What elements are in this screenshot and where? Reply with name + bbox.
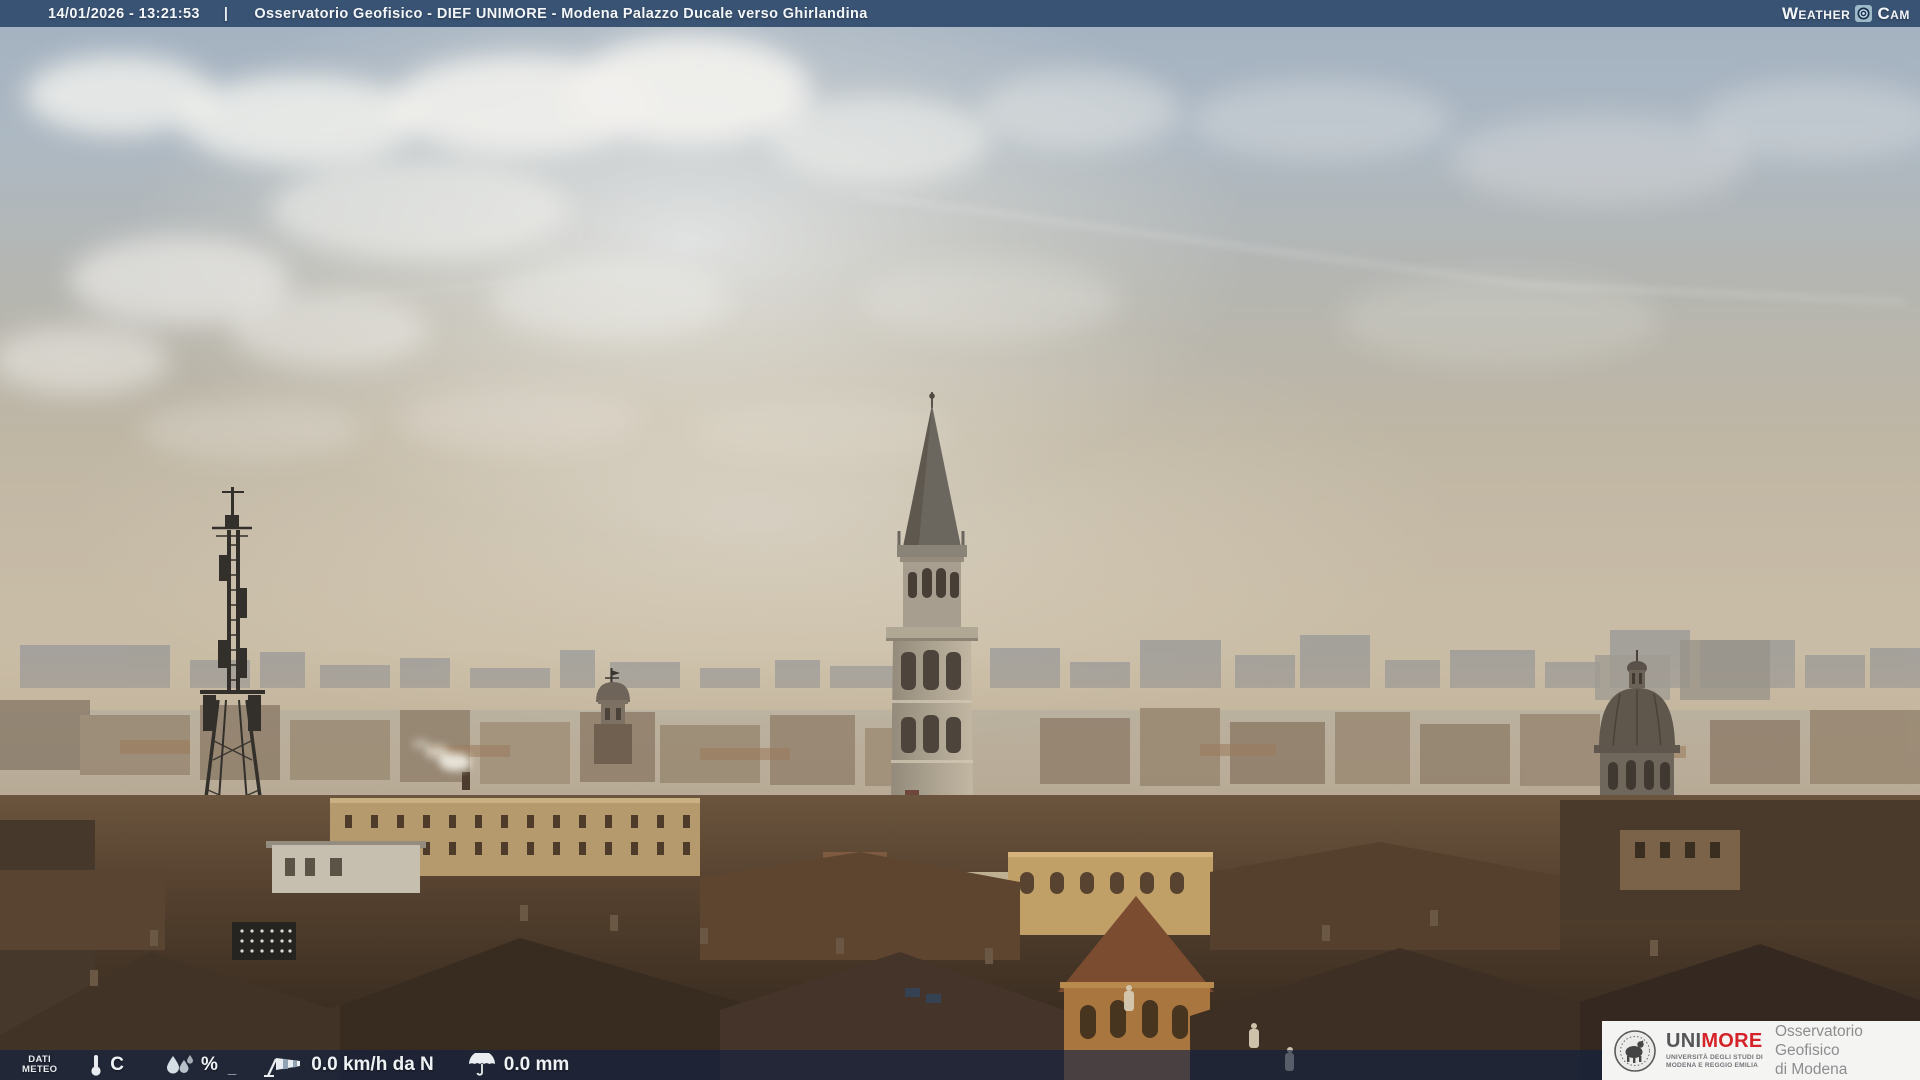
webcam-photo (0, 0, 1920, 1080)
dati-label-line2: METEO (22, 1064, 58, 1075)
cam-rest: AM (1890, 8, 1910, 22)
humidity-unit: % (201, 1054, 218, 1075)
weather-wordmark: W EATHER (1782, 5, 1851, 22)
temperature-unit: C (110, 1054, 125, 1075)
page-title: Osservatorio Geofisico - DIEF UNIMORE - … (254, 5, 868, 22)
cam-initial: C (1877, 4, 1891, 23)
windsock-icon (262, 1053, 302, 1077)
header-bar: 14/01/2026 - 13:21:53 | Osservatorio Geo… (0, 0, 1920, 27)
unimore-uni: UNI (1666, 1030, 1702, 1052)
weathercam-logo: W EATHER C AM (1782, 5, 1910, 22)
thermometer-icon (89, 1053, 103, 1077)
observatory-line2: di Modena (1774, 1061, 1848, 1078)
unimore-wordmark: UNIMORE UNIVERSITÀ DEGLI STUDI DI MODENA… (1666, 1031, 1763, 1070)
cam-wordmark: C AM (1877, 5, 1910, 22)
umbrella-icon (468, 1053, 496, 1077)
observatory-line1: Osservatorio Geofisico (1774, 1023, 1863, 1059)
unimore-subtitle-line2: MODENA E REGGIO EMILIA (1666, 1062, 1759, 1069)
unimore-seal-icon (1614, 1029, 1656, 1072)
webcam-frame: 14/01/2026 - 13:21:53 | Osservatorio Geo… (0, 0, 1920, 1080)
timestamp: 14/01/2026 - 13:21:53 (48, 5, 200, 22)
precipitation-reading: 0.0 mm (503, 1054, 570, 1075)
separator: | (223, 5, 229, 22)
unimore-more: MORE (1701, 1030, 1763, 1052)
weather-initial: W (1781, 4, 1799, 23)
dati-meteo-label: DATI METEO (22, 1055, 57, 1075)
camera-lens-icon (1855, 5, 1873, 22)
humidity-missing-value: _ (227, 1059, 237, 1077)
observatory-name: Osservatorio Geofisico di Modena (1775, 1022, 1920, 1079)
unimore-subtitle-line1: UNIVERSITÀ DEGLI STUDI DI (1666, 1054, 1763, 1061)
wind-reading: 0.0 km/h da N (311, 1054, 434, 1075)
weather-rest: EATHER (1798, 8, 1851, 22)
unimore-credit-box: UNIMORE UNIVERSITÀ DEGLI STUDI DI MODENA… (1602, 1021, 1920, 1080)
humidity-icon (164, 1053, 194, 1077)
